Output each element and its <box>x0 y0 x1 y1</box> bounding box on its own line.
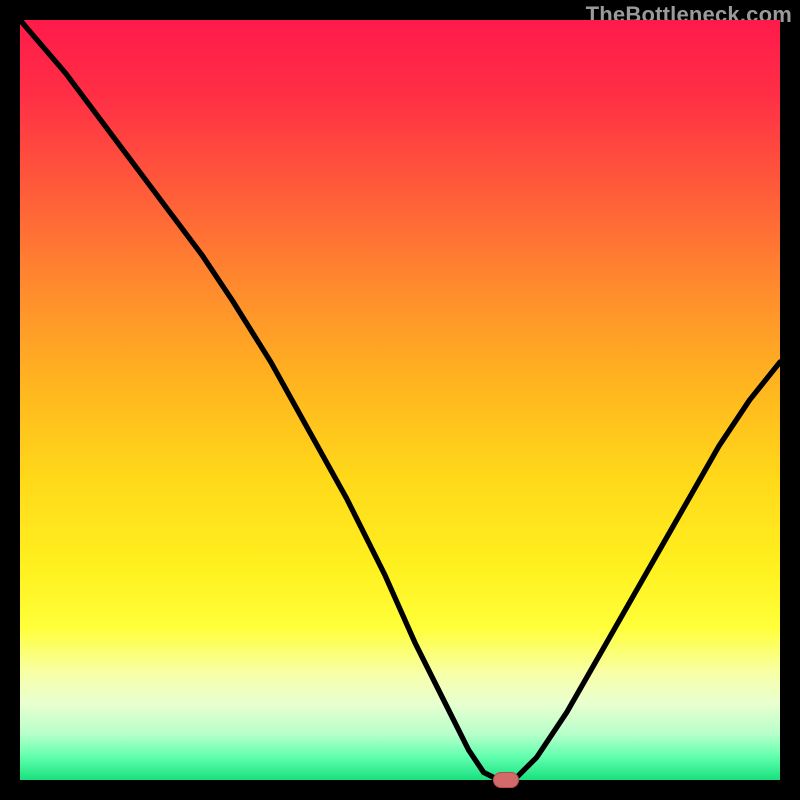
chart-stage: TheBottleneck.com <box>0 0 800 800</box>
bottleneck-curve <box>20 20 780 780</box>
plot-area <box>20 20 780 780</box>
minimum-marker <box>493 772 519 788</box>
